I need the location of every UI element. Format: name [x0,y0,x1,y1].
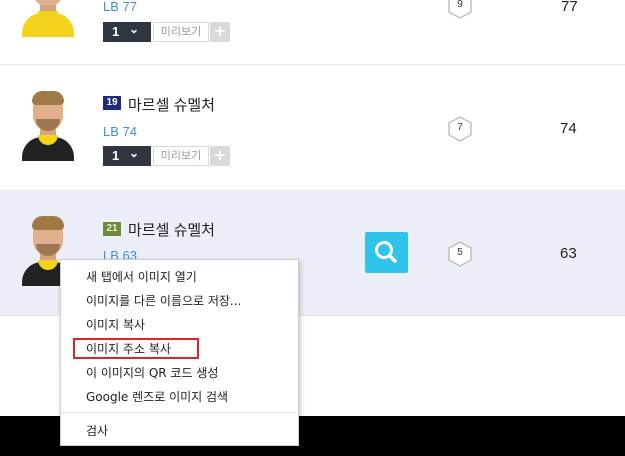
menu-separator [61,412,298,413]
menu-item-create-qr-code[interactable]: 이 이미지의 QR 코드 생성 [61,361,298,385]
chevron-down-icon: ⌄ [129,146,140,160]
add-button[interactable]: + [210,146,230,166]
search-icon [375,241,397,263]
preview-button[interactable]: 미리보기 [153,22,209,42]
level-value: 7 [457,122,463,133]
menu-item-inspect[interactable]: 검사 [61,419,298,443]
menu-item-save-image-as[interactable]: 이미지를 다른 이름으로 저장... [61,289,298,313]
player-name[interactable]: 마르셀 슈멜처 [128,94,215,115]
ovr-value: 77 [561,0,578,15]
menu-item-open-image-new-tab[interactable]: 새 탭에서 이미지 열기 [61,265,298,289]
player-avatar [18,89,78,161]
level-hexagon-icon: 9 [448,0,472,19]
ovr-value: 74 [560,120,577,137]
ovr-value: 63 [560,245,577,262]
chevron-down-icon: ⌄ [129,22,140,36]
menu-item-copy-image[interactable]: 이미지 복사 [61,313,298,337]
menu-item-google-lens-search[interactable]: Google 렌즈로 이미지 검색 [61,385,298,409]
season-badge: 21 [103,222,121,236]
player-name[interactable]: 마르셀 슈멜처 [128,219,215,240]
level-value: 5 [457,247,463,258]
position-ovr: LB 74 [103,124,137,139]
player-row[interactable]: 19 마르셀 슈멜처 LB 74 1 ⌄ 미리보기 + 7 74 [0,65,625,191]
highlight-outline [73,338,199,359]
preview-button[interactable]: 미리보기 [153,146,209,166]
season-badge: 19 [103,96,121,110]
position-ovr: LB 77 [103,0,137,14]
player-row[interactable]: LB 77 1 ⌄ 미리보기 + 9 77 [0,0,625,65]
search-button[interactable] [365,232,408,273]
player-avatar [18,0,78,37]
add-button[interactable]: + [210,22,230,42]
level-hexagon-icon: 7 [448,116,472,142]
grade-select[interactable]: 1 ⌄ [103,146,151,166]
level-hexagon-icon: 5 [448,241,472,267]
grade-select[interactable]: 1 ⌄ [103,22,151,42]
level-value: 9 [457,0,463,10]
